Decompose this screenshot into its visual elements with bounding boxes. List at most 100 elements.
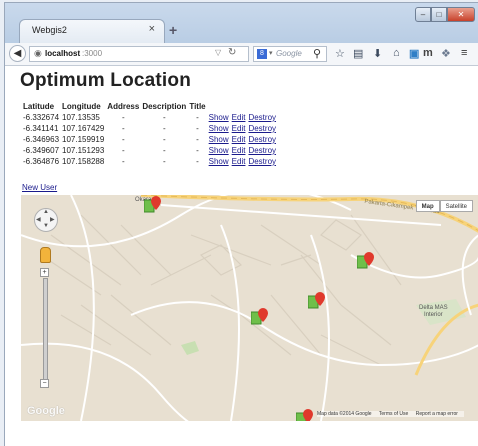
show-link[interactable]: Show: [209, 157, 229, 166]
table-row: -6.341141 107.167429 - - - Show Edit Des…: [23, 123, 279, 134]
pan-right-icon[interactable]: ▶: [50, 216, 55, 223]
show-link[interactable]: Show: [209, 146, 229, 155]
url-host: localhost: [45, 49, 81, 58]
shield-icon[interactable]: ❖: [441, 47, 451, 60]
maximize-button[interactable]: □: [431, 7, 447, 22]
header-longitude: Longitude: [62, 102, 101, 111]
edit-link[interactable]: Edit: [232, 113, 246, 122]
bookmark-star-icon[interactable]: ☆: [335, 47, 345, 60]
cell-description: -: [162, 157, 166, 166]
destroy-link[interactable]: Destroy: [248, 113, 276, 122]
cell-title: -: [196, 124, 199, 133]
close-window-button[interactable]: ✕: [447, 7, 475, 22]
pan-control[interactable]: ▲ ▼ ◀ ▶: [34, 208, 58, 232]
marker-pin-icon: [308, 292, 325, 309]
minimize-button[interactable]: –: [415, 7, 431, 22]
home-icon[interactable]: ⌂: [393, 47, 400, 59]
destroy-link[interactable]: Destroy: [248, 135, 276, 144]
location-marker[interactable]: [144, 196, 162, 216]
terms-of-use-link[interactable]: Terms of Use: [379, 411, 408, 417]
page-content: Optimum Location Latitude Longitude Addr…: [5, 66, 478, 446]
cell-description: -: [162, 146, 166, 155]
place-label-delta-mas: Delta MAS: [419, 305, 448, 311]
search-icon[interactable]: ⚲: [313, 47, 321, 60]
show-link[interactable]: Show: [209, 124, 229, 133]
zoom-slider[interactable]: + −: [40, 268, 49, 390]
cell-longitude: 107.158288: [62, 157, 105, 166]
cell-longitude: 107.13535: [62, 113, 100, 122]
zoom-track[interactable]: [43, 278, 48, 380]
url-bar[interactable]: ◉ localhost :3000 ▽ ↻: [29, 46, 249, 62]
back-button[interactable]: ◀: [9, 45, 26, 62]
marker-pin-icon: [296, 409, 313, 421]
location-marker[interactable]: [251, 308, 269, 328]
pan-down-icon[interactable]: ▼: [43, 223, 49, 229]
m-addon-icon[interactable]: m: [423, 47, 433, 59]
cell-latitude: -6.341141: [23, 124, 59, 133]
new-user-link[interactable]: New User: [22, 183, 57, 192]
google-map[interactable]: Okarang Pakarta-Cikampek Toll Road Delta…: [21, 195, 478, 421]
download-icon[interactable]: ⬇: [373, 47, 382, 60]
header-address: Address: [107, 102, 140, 111]
cell-address: -: [121, 124, 125, 133]
search-engine-icon[interactable]: 8: [257, 49, 267, 59]
destroy-link[interactable]: Destroy: [248, 124, 276, 133]
map-type-map-button[interactable]: Map: [415, 200, 440, 212]
marker-pin-icon: [251, 308, 268, 325]
show-link[interactable]: Show: [209, 113, 229, 122]
edit-link[interactable]: Edit: [232, 157, 246, 166]
table-header-row: Latitude Longitude Address Description T…: [23, 101, 279, 112]
header-action: [248, 101, 279, 112]
cell-latitude: -6.349607: [23, 146, 60, 155]
google-logo: Google: [27, 405, 65, 417]
cell-address: -: [121, 157, 125, 166]
location-marker[interactable]: [296, 409, 314, 421]
globe-icon: ◉: [34, 48, 42, 58]
header-latitude: Latitude: [23, 102, 55, 111]
addon-icon[interactable]: ▣: [409, 47, 419, 60]
cell-title: -: [196, 146, 199, 155]
cell-address: -: [121, 113, 125, 122]
tab-close-icon[interactable]: ×: [149, 23, 155, 35]
cell-title: -: [196, 135, 199, 144]
header-title: Title: [189, 102, 206, 111]
browser-tab[interactable]: Webgis2 ×: [19, 19, 165, 43]
table-row: -6.349607 107.151293 - - - Show Edit Des…: [23, 145, 279, 156]
zoom-out-button[interactable]: −: [40, 379, 49, 388]
menu-icon[interactable]: ≡: [461, 47, 467, 59]
show-link[interactable]: Show: [209, 135, 229, 144]
map-type-control: Map Satellite: [415, 200, 473, 212]
place-label-interior: Interior: [424, 312, 443, 318]
map-footer: Map data ©2014 Google Terms of Use Repor…: [317, 411, 464, 417]
pan-up-icon[interactable]: ▲: [43, 209, 49, 215]
destroy-link[interactable]: Destroy: [248, 146, 276, 155]
map-type-satellite-button[interactable]: Satellite: [439, 200, 473, 212]
cell-title: -: [196, 157, 199, 166]
cell-title: -: [196, 113, 199, 122]
location-marker[interactable]: [308, 292, 326, 312]
marker-pin-icon: [144, 196, 161, 213]
pan-left-icon[interactable]: ◀: [36, 216, 41, 223]
search-engine-dropdown-icon[interactable]: ▾: [269, 49, 273, 57]
cell-address: -: [121, 146, 125, 155]
url-port: :3000: [82, 49, 103, 58]
tab-title: Webgis2: [32, 25, 67, 35]
new-tab-icon[interactable]: +: [169, 22, 177, 38]
tab-strip: Webgis2 × + – □ ✕: [5, 3, 478, 43]
edit-link[interactable]: Edit: [232, 124, 246, 133]
reload-icon[interactable]: ↻: [228, 47, 236, 58]
cell-description: -: [162, 113, 166, 122]
edit-link[interactable]: Edit: [232, 135, 246, 144]
url-dropdown-icon[interactable]: ▽: [215, 48, 221, 57]
location-marker[interactable]: [357, 252, 375, 272]
clipboard-icon[interactable]: ▤: [353, 47, 363, 60]
cell-latitude: -6.332674: [23, 113, 60, 122]
zoom-in-button[interactable]: +: [40, 268, 49, 277]
destroy-link[interactable]: Destroy: [248, 157, 276, 166]
search-placeholder: Google: [276, 49, 302, 58]
pegman-icon[interactable]: [40, 247, 51, 263]
edit-link[interactable]: Edit: [232, 146, 246, 155]
navigation-bar: ◀ ◉ localhost :3000 ▽ ↻ 8 ▾ Google: [5, 43, 478, 66]
report-map-error-link[interactable]: Report a map error: [416, 411, 458, 417]
cell-latitude: -6.346963: [23, 135, 60, 144]
